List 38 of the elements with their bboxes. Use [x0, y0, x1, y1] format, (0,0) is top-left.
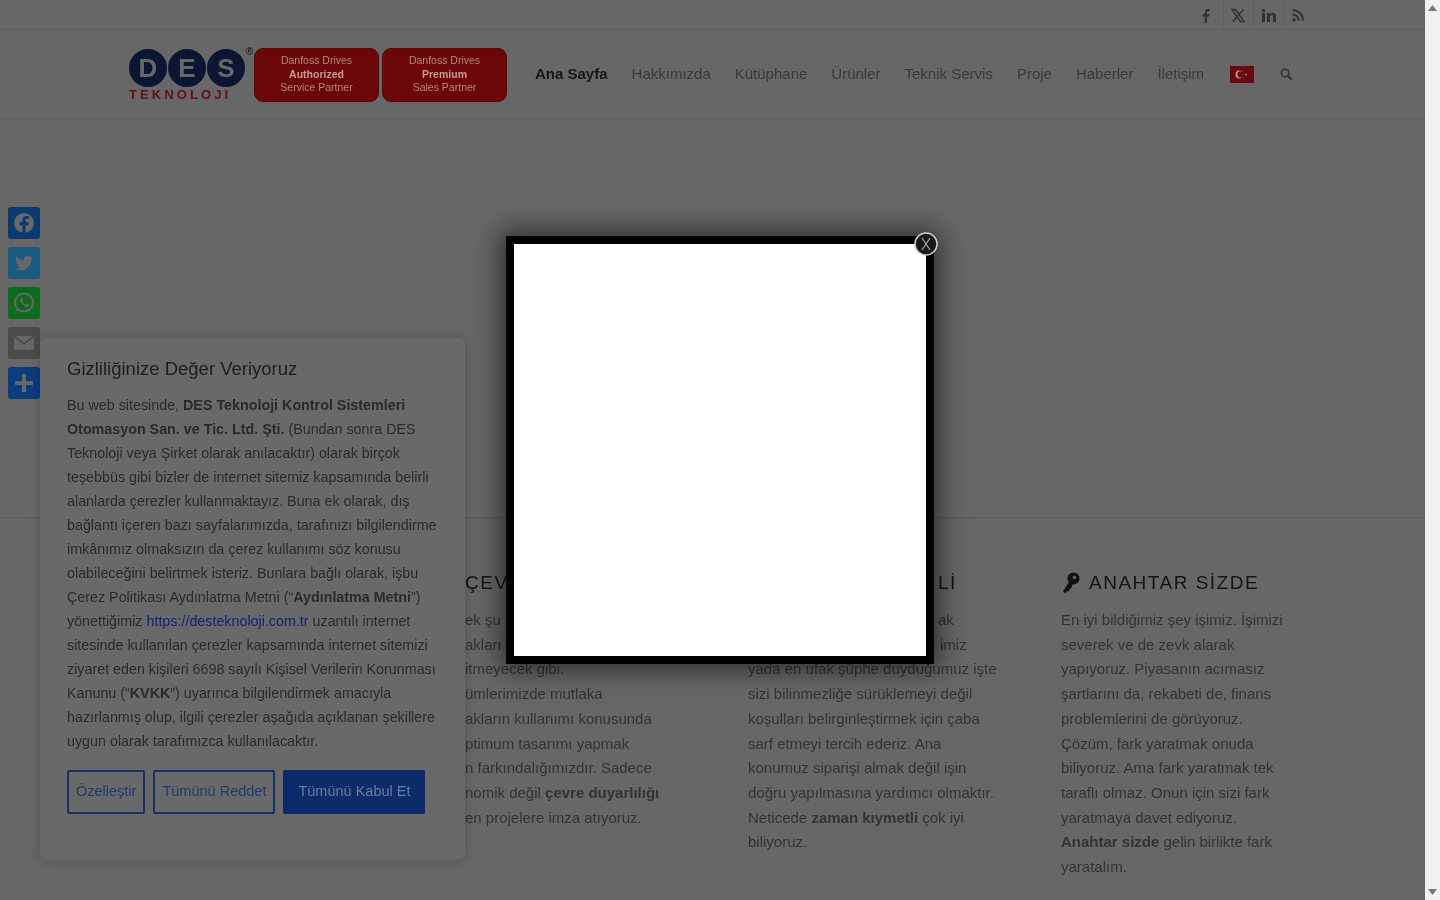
cookie-button[interactable]: Tümünü Reddet — [153, 770, 276, 815]
scroll-down-icon[interactable] — [1428, 889, 1437, 895]
x-icon[interactable] — [1230, 7, 1247, 23]
flag-icon[interactable] — [1230, 66, 1255, 83]
policy-link[interactable]: https://desteknoloji.com.tr — [146, 613, 309, 630]
feature-heading: Lİ — [938, 571, 957, 595]
close-button[interactable] — [913, 231, 939, 257]
search-icon[interactable] — [1280, 68, 1294, 81]
registered-mark: ® — [245, 44, 253, 59]
rss-icon[interactable] — [1290, 7, 1307, 23]
cookie-button[interactable]: Özelleştir — [67, 770, 146, 815]
logo-letter: E — [168, 48, 206, 87]
logo-letter: S — [207, 48, 245, 87]
logo-letter: D — [129, 48, 167, 87]
badge-text: Danfoss Drives — [408, 54, 481, 68]
badge-text: Premium — [422, 67, 467, 82]
badge-text: Authorized — [289, 67, 344, 82]
feature-heading: ÇEV — [465, 571, 509, 595]
email-share-icon[interactable] — [8, 327, 40, 359]
accept-all-button[interactable]: Tümünü Kabul Et — [283, 770, 426, 815]
banner-text: Bu web sitesinde, DES Teknoloji Kontrol Sistemleri Otomasyon San. ve Tic. Ltd. Şti. (Bundan sonra DES Teknoloji veya Şirket olarak anılacaktır) olarak birçok teşebbüs gibi bizler de internet sitemiz kapsamında belirli alanlarda çerezler kullanmaktayız. Buna ek olarak, dış bağlantı içeren bazı sayfalarımızda, tarafınızı bilgilendirme imkânımız olmaksızın da çerez kullanımı söz konusu olabileceğini belirtmek isteriz. Bunlara bağlı olarak, işbu Çerez Politikası Aydınlatma Metni (“Aydınlatma Metni”) yönettiğimiz https://desteknoloji.com.tr uzantılı internet sitesinde kullanılan çerezler kapsamında internet sitemizi ziyaret eden kişileri 6698 sayılı Kişisel Verilerin Korunması Kanunu (“KVKK”) uyarınca bilgilendirmek amacıyla hazırlanmış olup, ilgili çerezler aşağıda açıklanan şekillere uygun olarak tarafımızca kullanılacaktır. — [67, 396, 438, 752]
badge-text: Service Partner — [280, 81, 353, 95]
nav-link[interactable]: Ana Sayfa — [523, 63, 620, 86]
whatsapp-share-icon[interactable] — [8, 287, 40, 319]
partner-badge[interactable]: Danfoss Drives Premium Sales Partner — [382, 47, 507, 102]
partner-badge[interactable]: Danfoss Drives Authorized Service Partner — [254, 47, 379, 102]
feature-heading: ANAHTAR SİZDE — [1089, 571, 1260, 595]
key-icon — [1061, 572, 1081, 594]
twitter-share-icon[interactable] — [8, 247, 40, 279]
linkedin-icon[interactable] — [1260, 7, 1277, 23]
badge-text: Sales Partner — [412, 81, 477, 95]
share-icon[interactable] — [8, 367, 40, 399]
badge-text: Danfoss Drives — [280, 54, 353, 68]
facebook-share-icon[interactable] — [8, 207, 40, 239]
logo-wordmark: TEKNOLOJI — [129, 87, 232, 101]
banner-title: Gizliliğinize Değer Veriyoruz — [67, 358, 299, 381]
scroll-up-icon[interactable] — [1428, 5, 1437, 11]
scrollbar[interactable] — [1425, 0, 1440, 900]
